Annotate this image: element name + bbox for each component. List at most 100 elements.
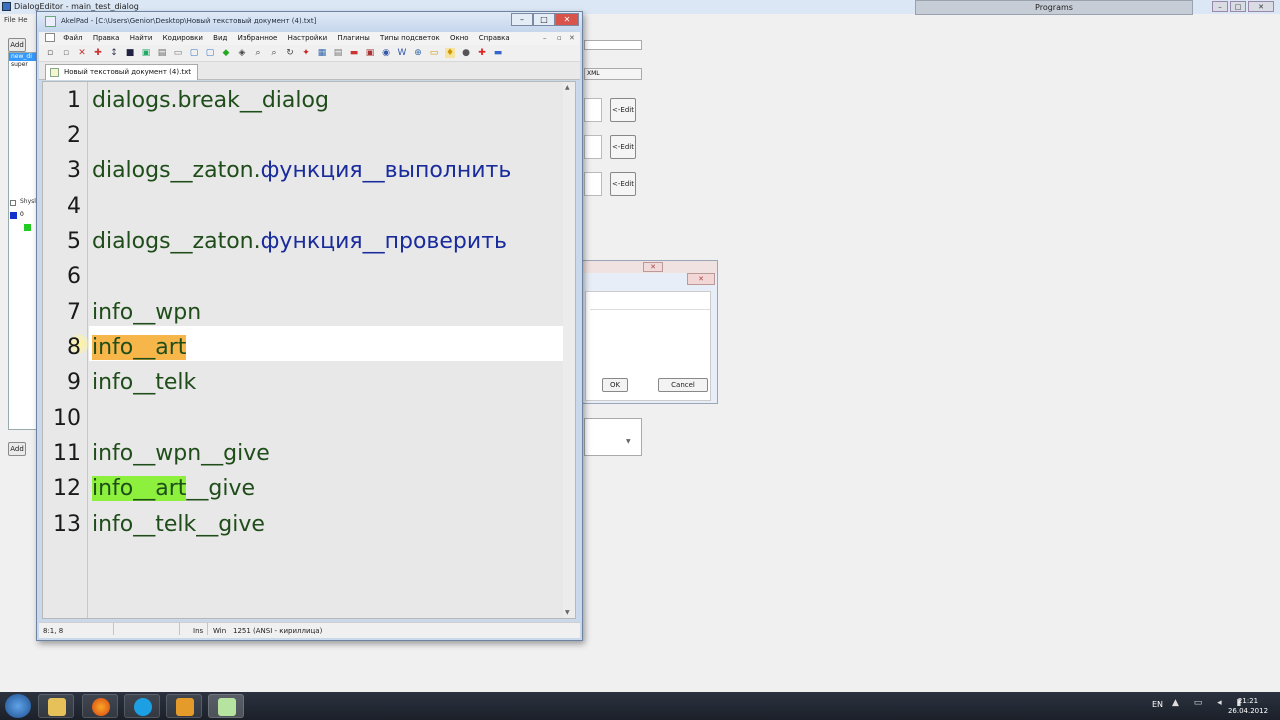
copy-icon[interactable]: ▢ xyxy=(189,48,199,58)
taskbar-app[interactable] xyxy=(166,694,202,718)
bg-close-button[interactable]: ✕ xyxy=(1248,1,1274,12)
menu-view[interactable]: Вид xyxy=(209,32,231,45)
settings-icon[interactable]: ◉ xyxy=(381,48,391,58)
tab-document[interactable]: Новый текстовый документ (4).txt xyxy=(45,64,198,80)
small-dialog-close-button[interactable]: ✕ xyxy=(687,273,715,285)
reopen-icon[interactable]: ↕ xyxy=(109,48,119,58)
undo-icon[interactable]: ✦ xyxy=(301,48,311,58)
readonly-icon[interactable]: ▣ xyxy=(365,48,375,58)
menu-help[interactable]: He xyxy=(18,16,28,24)
edit-button-3[interactable]: <-Edit xyxy=(610,172,636,196)
cancel-button[interactable]: Cancel xyxy=(658,378,708,392)
close-file-icon[interactable]: ✕ xyxy=(77,48,87,58)
plugin-icon[interactable]: ⊕ xyxy=(413,48,423,58)
highlighted-match: info__art xyxy=(92,476,187,501)
color-icon[interactable]: ▬ xyxy=(349,48,359,58)
small-dialog-input[interactable] xyxy=(590,300,710,310)
paste-icon[interactable]: ▢ xyxy=(205,48,215,58)
code-token-function: функция__выполнить xyxy=(260,158,512,183)
menu-file[interactable]: File xyxy=(4,16,16,24)
mdi-restore-button[interactable]: ▫ xyxy=(557,32,562,45)
tree-node-blue[interactable] xyxy=(10,212,17,219)
small-dialog-title-bar[interactable]: ✕ xyxy=(581,261,717,273)
menu-help[interactable]: Справка xyxy=(475,32,514,45)
new-window-icon[interactable]: ▫ xyxy=(61,48,71,58)
print-preview-icon[interactable]: ▭ xyxy=(173,48,183,58)
zoom-icon[interactable]: ⌕ xyxy=(269,48,279,58)
menu-file[interactable]: Файл xyxy=(59,32,86,45)
goto-icon[interactable]: ◈ xyxy=(237,48,247,58)
search-icon[interactable]: ⌕ xyxy=(253,48,263,58)
language-indicator[interactable]: EN xyxy=(1152,700,1163,709)
scroll-down-icon[interactable]: ▼ xyxy=(626,438,631,445)
list-item[interactable]: new_di xyxy=(9,53,37,61)
menu-find[interactable]: Найти xyxy=(126,32,157,45)
word-icon[interactable]: W xyxy=(397,48,407,58)
programs-button[interactable]: Programs xyxy=(915,0,1193,15)
add-icon[interactable]: ✚ xyxy=(477,48,487,58)
print-icon[interactable]: ▤ xyxy=(157,48,167,58)
maximize-button[interactable]: □ xyxy=(533,13,555,26)
save-all-icon[interactable]: ▣ xyxy=(141,48,151,58)
plus-icon[interactable]: ✚ xyxy=(93,48,103,58)
add-node-button[interactable]: Add xyxy=(8,442,26,456)
scroll-up-icon[interactable]: ▲ xyxy=(565,84,570,91)
remove-icon[interactable]: ▬ xyxy=(493,48,503,58)
close-button[interactable]: ✕ xyxy=(555,13,579,26)
menu-settings[interactable]: Настройки xyxy=(284,32,332,45)
text-area[interactable] xyxy=(584,418,642,456)
taskbar-akelpad[interactable] xyxy=(208,694,244,718)
menu-encodings[interactable]: Кодировки xyxy=(159,32,207,45)
vertical-scrollbar[interactable]: ▲ ▼ xyxy=(563,82,575,618)
node-tree[interactable]: Shysl 0 xyxy=(8,198,38,430)
taskbar-explorer[interactable] xyxy=(38,694,74,718)
edit-field-1[interactable] xyxy=(584,98,602,122)
tree-node-green[interactable] xyxy=(24,224,31,231)
menu-edit[interactable]: Правка xyxy=(89,32,124,45)
bg-maximize-button[interactable]: □ xyxy=(1230,1,1246,12)
bulb-icon[interactable]: ♦ xyxy=(445,48,455,58)
close-icon[interactable]: ✕ xyxy=(643,262,663,272)
find-next-icon[interactable]: ◆ xyxy=(221,48,231,58)
taskbar-skype[interactable] xyxy=(124,694,160,718)
add-dialog-button[interactable]: Add xyxy=(8,38,26,52)
ok-button[interactable]: OK xyxy=(602,378,628,392)
menu-favorites[interactable]: Избранное xyxy=(234,32,282,45)
scroll-down-icon[interactable]: ▼ xyxy=(565,609,570,616)
edit-field-2[interactable] xyxy=(584,135,602,159)
new-file-icon[interactable]: ▫ xyxy=(45,48,55,58)
status-line-ending: Win xyxy=(213,627,227,635)
minimize-button[interactable]: – xyxy=(511,13,533,26)
bg-minimize-button[interactable]: – xyxy=(1212,1,1228,12)
text-field[interactable] xyxy=(584,40,642,50)
list-item[interactable]: super xyxy=(9,61,37,69)
save-icon[interactable]: ■ xyxy=(125,48,135,58)
edit-button-2[interactable]: <-Edit xyxy=(610,135,636,159)
mdi-minimize-button[interactable]: – xyxy=(543,32,547,45)
taskbar-firefox[interactable] xyxy=(82,694,118,718)
eye-icon[interactable]: ● xyxy=(461,48,471,58)
tree-checkbox[interactable] xyxy=(10,200,16,206)
wrap-icon[interactable]: ▤ xyxy=(333,48,343,58)
line-number: 11 xyxy=(53,441,81,466)
tab-bar: Новый текстовый документ (4).txt xyxy=(39,62,580,80)
menu-syntax-types[interactable]: Типы подсветок xyxy=(376,32,444,45)
xml-field[interactable]: XML xyxy=(584,68,642,80)
font-icon[interactable]: ▦ xyxy=(317,48,327,58)
edit-button-1[interactable]: <-Edit xyxy=(610,98,636,122)
code-token: __give xyxy=(186,476,256,501)
code-line: info__telk__give xyxy=(92,512,265,537)
app-icon xyxy=(176,698,194,716)
start-button[interactable] xyxy=(5,694,31,718)
clock[interactable]: 21:21 26.04.2012 xyxy=(1224,696,1272,716)
folder-icon[interactable]: ▭ xyxy=(429,48,439,58)
menu-window[interactable]: Окно xyxy=(446,32,473,45)
line-number: 5 xyxy=(67,229,81,254)
menu-plugins[interactable]: Плагины xyxy=(333,32,373,45)
text-editor[interactable]: 1 2 3 4 5 6 7 8 9 10 11 12 13 dialogs.br… xyxy=(42,81,576,619)
akelpad-title-bar[interactable]: AkelPad - [C:\Users\Genior\Desktop\Новый… xyxy=(37,12,582,32)
mdi-close-button[interactable]: ✕ xyxy=(569,32,575,45)
document-icon[interactable] xyxy=(45,33,55,42)
replace-icon[interactable]: ↻ xyxy=(285,48,295,58)
edit-field-3[interactable] xyxy=(584,172,602,196)
